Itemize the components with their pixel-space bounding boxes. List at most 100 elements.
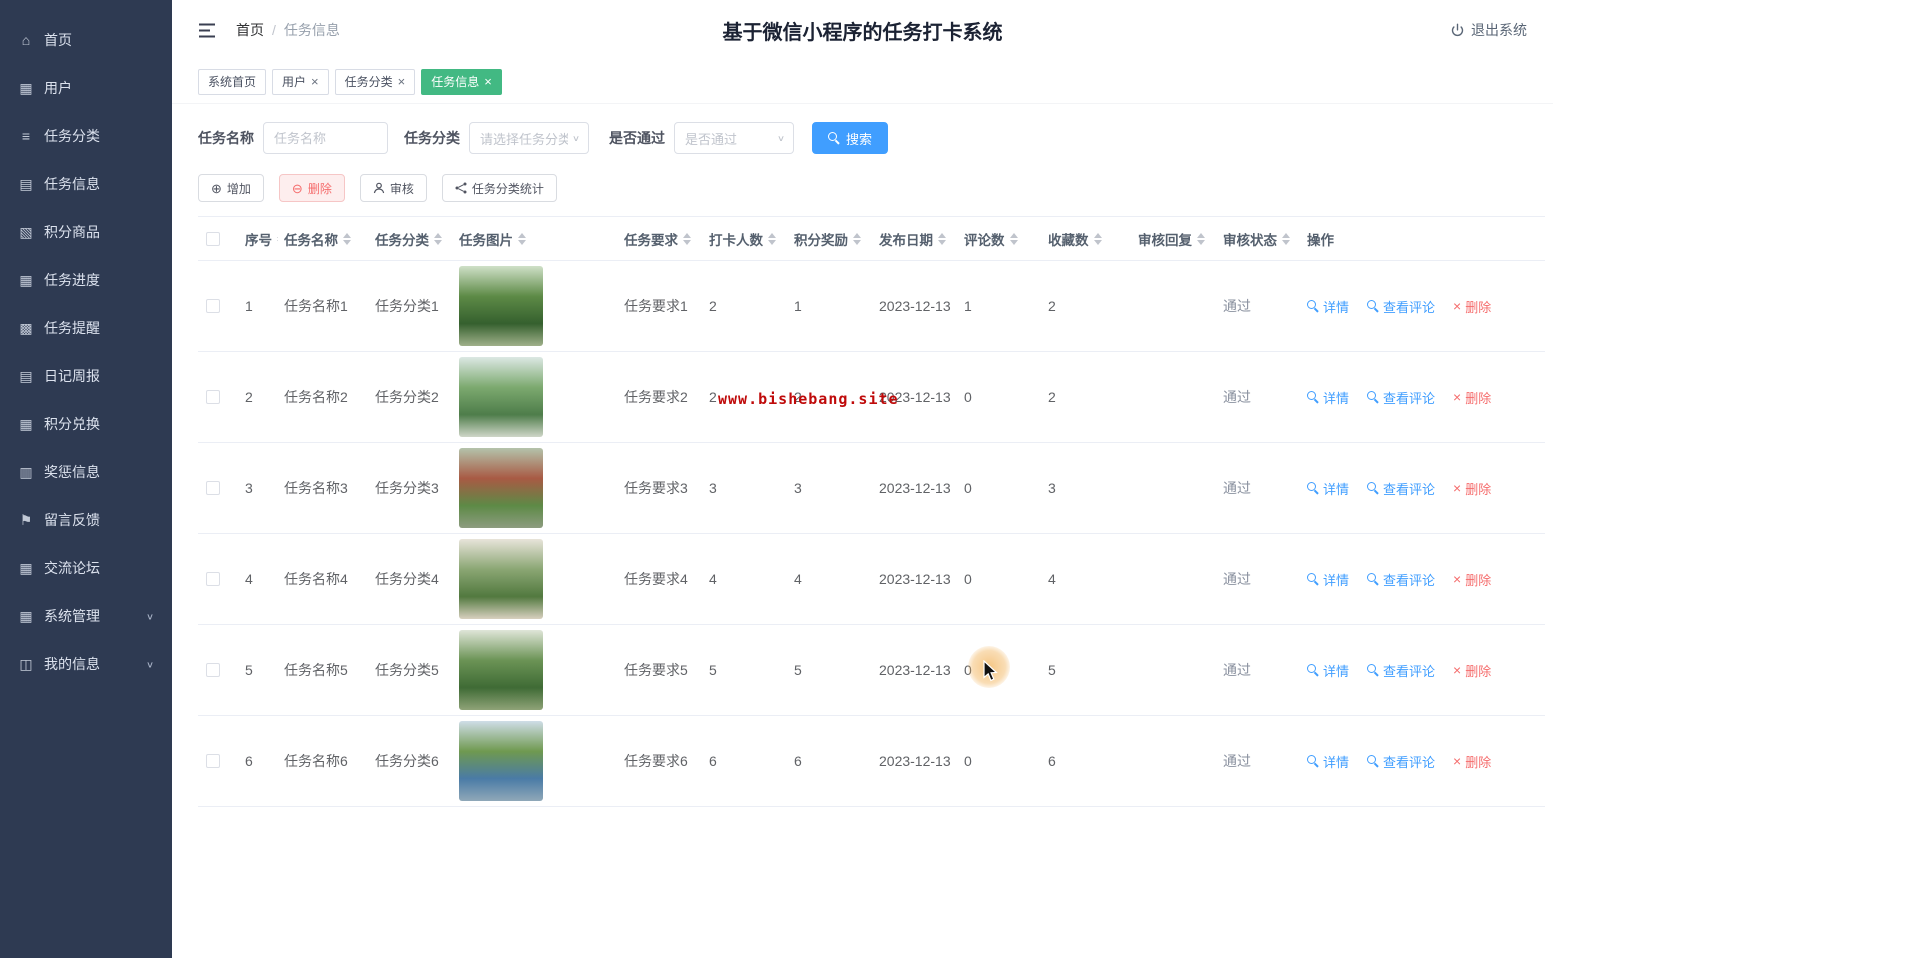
sidebar-item-my-info[interactable]: ◫ 我的信息 ∨ <box>0 640 172 688</box>
detail-link[interactable]: 详情 <box>1307 479 1349 498</box>
delete-button-label: 删除 <box>307 181 332 196</box>
tab-task-info[interactable]: 任务信息 × <box>421 68 502 95</box>
column-header-打卡人数[interactable]: 打卡人数 <box>703 216 788 261</box>
search-icon <box>1367 300 1379 312</box>
review-status: 通过 <box>1217 442 1301 534</box>
sort-carets-icon[interactable] <box>518 232 526 245</box>
sidebar-item-forum[interactable]: ▦ 交流论坛 <box>0 544 172 592</box>
detail-link[interactable]: 详情 <box>1307 570 1349 589</box>
sort-carets-icon[interactable] <box>277 232 278 245</box>
column-header-任务分类[interactable]: 任务分类 <box>369 216 453 261</box>
sidebar-item-reward-punish[interactable]: ▥ 奖惩信息 <box>0 448 172 496</box>
detail-link[interactable]: 详情 <box>1307 661 1349 680</box>
tab-users[interactable]: 用户 × <box>272 68 329 95</box>
row-checkbox[interactable] <box>206 754 220 768</box>
sidebar-item-task-reminder[interactable]: ▩ 任务提醒 <box>0 304 172 352</box>
feedback-icon: ⚑ <box>19 511 33 528</box>
row-checkbox[interactable] <box>206 572 220 586</box>
tab-task-category[interactable]: 任务分类 × <box>334 68 416 95</box>
task-name-input[interactable] <box>263 122 388 154</box>
task-name: 任务名称1 <box>278 260 369 352</box>
delete-link[interactable]: × 删除 <box>1453 388 1491 407</box>
sidebar-collapse-icon[interactable] <box>198 23 216 38</box>
sidebar-item-system-manage[interactable]: ▦ 系统管理 ∨ <box>0 592 172 640</box>
sort-carets-icon[interactable] <box>768 232 776 245</box>
sort-carets-icon[interactable] <box>853 232 861 245</box>
favorite-count-value: 4 <box>1048 571 1056 587</box>
column-header-序号[interactable]: 序号 <box>239 216 278 261</box>
favorite-count-value: 2 <box>1048 389 1056 405</box>
row-checkbox[interactable] <box>206 481 220 495</box>
sidebar-item-label: 积分商品 <box>44 224 100 240</box>
column-header-任务图片[interactable]: 任务图片 <box>453 216 618 261</box>
delete-button[interactable]: ⊖ 删除 <box>278 174 345 202</box>
close-icon[interactable]: × <box>398 75 406 88</box>
column-header-任务要求[interactable]: 任务要求 <box>618 216 703 261</box>
column-header-label: 序号 <box>245 232 272 248</box>
task-requirement-value: 任务要求1 <box>624 298 688 314</box>
sort-carets-icon[interactable] <box>1282 232 1290 245</box>
sidebar-item-task-progress[interactable]: ▦ 任务进度 <box>0 256 172 304</box>
sidebar-item-task-category[interactable]: ≡ 任务分类 <box>0 112 172 160</box>
sidebar-item-points-goods[interactable]: ▧ 积分商品 <box>0 208 172 256</box>
detail-link[interactable]: 详情 <box>1307 752 1349 771</box>
view-comments-link-label: 查看评论 <box>1383 481 1436 497</box>
search-button[interactable]: 搜索 <box>812 122 889 154</box>
task-category-select[interactable]: 请选择任务分类 ∨ <box>469 122 589 154</box>
detail-link[interactable]: 详情 <box>1307 388 1349 407</box>
mouse-cursor <box>983 660 998 682</box>
column-header-积分奖励[interactable]: 积分奖励 <box>788 216 873 261</box>
sidebar-item-points-exchange[interactable]: ▦ 积分兑换 <box>0 400 172 448</box>
select-all-checkbox[interactable] <box>206 231 220 246</box>
sidebar-item-feedback[interactable]: ⚑ 留言反馈 <box>0 496 172 544</box>
review-reply <box>1132 442 1217 534</box>
sort-carets-icon[interactable] <box>1009 232 1018 245</box>
delete-link[interactable]: × 删除 <box>1453 570 1491 589</box>
view-comments-link[interactable]: 查看评论 <box>1367 297 1435 316</box>
row-checkbox[interactable] <box>206 299 220 313</box>
delete-link[interactable]: × 删除 <box>1453 752 1491 771</box>
delete-link[interactable]: × 删除 <box>1453 479 1491 498</box>
column-header-收藏数[interactable]: 收藏数 <box>1042 216 1132 261</box>
logout-button[interactable]: 退出系统 <box>1450 20 1527 40</box>
audit-button[interactable]: 审核 <box>359 174 427 202</box>
column-header-操作[interactable]: 操作 <box>1301 216 1545 261</box>
sort-carets-icon[interactable] <box>683 232 691 245</box>
view-comments-link[interactable]: 查看评论 <box>1367 661 1435 680</box>
delete-link[interactable]: × 删除 <box>1453 661 1491 680</box>
view-comments-link[interactable]: 查看评论 <box>1367 479 1435 498</box>
task-name-label: 任务名称 <box>198 130 254 146</box>
search-icon <box>828 132 840 144</box>
tab-system-home[interactable]: 系统首页 <box>198 68 267 95</box>
view-comments-link[interactable]: 查看评论 <box>1367 388 1435 407</box>
view-comments-link[interactable]: 查看评论 <box>1367 752 1435 771</box>
row-index-value: 5 <box>245 662 253 678</box>
sidebar-item-task-info[interactable]: ▤ 任务信息 <box>0 160 172 208</box>
pass-status-select[interactable]: 是否通过 ∨ <box>674 122 794 154</box>
row-checkbox[interactable] <box>206 390 220 404</box>
row-checkbox[interactable] <box>206 663 220 677</box>
sort-carets-icon[interactable] <box>434 232 442 245</box>
view-comments-link-label: 查看评论 <box>1383 390 1436 406</box>
sidebar-item-home[interactable]: ⌂ 首页 <box>0 16 172 64</box>
sort-carets-icon[interactable] <box>1093 232 1102 245</box>
task-category-select-placeholder: 请选择任务分类 <box>480 131 568 147</box>
column-header-发布日期[interactable]: 发布日期 <box>873 216 958 261</box>
sidebar-item-diary-report[interactable]: ▤ 日记周报 <box>0 352 172 400</box>
breadcrumb-home[interactable]: 首页 <box>236 20 264 40</box>
close-icon[interactable]: × <box>484 75 492 88</box>
delete-link[interactable]: × 删除 <box>1453 297 1491 316</box>
sidebar-item-users[interactable]: ▦ 用户 <box>0 64 172 112</box>
view-comments-link[interactable]: 查看评论 <box>1367 570 1435 589</box>
column-header-审核回复[interactable]: 审核回复 <box>1132 216 1217 261</box>
add-button[interactable]: ⊕ 增加 <box>198 174 264 202</box>
category-stats-button[interactable]: 任务分类统计 <box>441 174 557 202</box>
close-icon[interactable]: × <box>311 75 319 88</box>
column-header-评论数[interactable]: 评论数 <box>958 216 1042 261</box>
sort-carets-icon[interactable] <box>938 232 946 245</box>
sort-carets-icon[interactable] <box>1197 232 1205 245</box>
sort-carets-icon[interactable] <box>343 232 351 245</box>
detail-link[interactable]: 详情 <box>1307 297 1349 316</box>
column-header-审核状态[interactable]: 审核状态 <box>1217 216 1301 261</box>
column-header-任务名称[interactable]: 任务名称 <box>278 216 369 261</box>
